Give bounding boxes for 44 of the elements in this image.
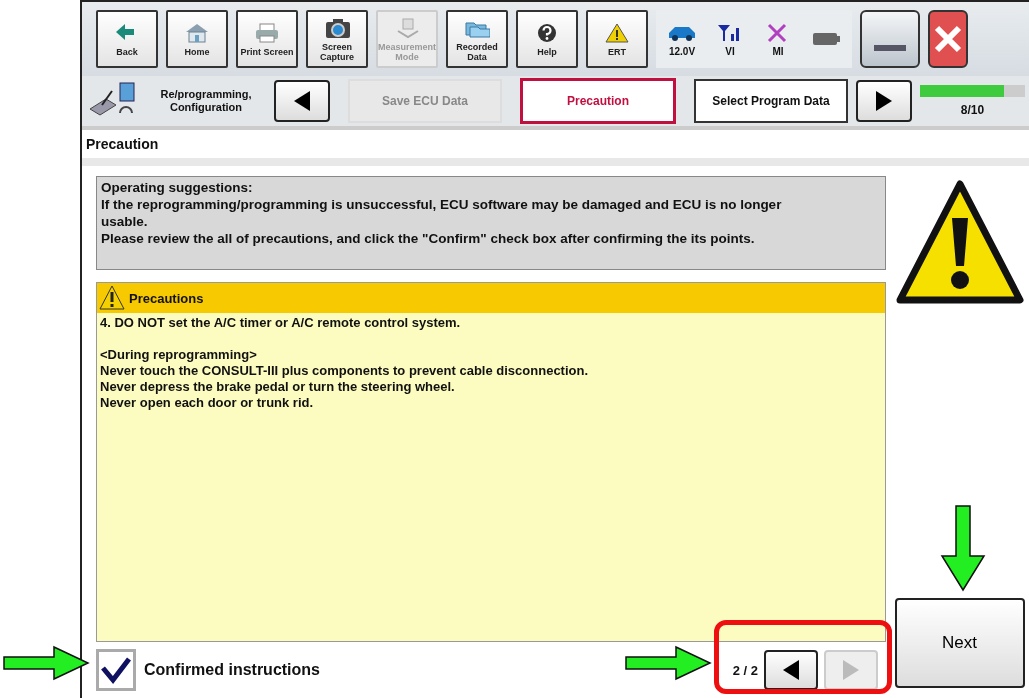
suggestion-text: Please review the all of precautions, and click the "Confirm" check box after confirming the its points. (101, 230, 756, 247)
precaution-text: Never open each door or trunk rid. (100, 395, 315, 411)
precaution-text: Never depress the brake pedal or turn the steering wheel. (100, 379, 456, 395)
toolbar-button[interactable]: Help (516, 10, 578, 68)
precaution-text: 4. DO NOT set the A/C timer or A/C remote control system. (100, 315, 462, 331)
precaution-text: Never touch the CONSULT-III plus components to prevent cable disconnection. (100, 363, 590, 379)
previous-step-button[interactable] (274, 80, 330, 122)
checkmark-icon (100, 656, 132, 684)
indicator-label: 12.0V (668, 45, 696, 57)
confirm-label: Confirmed instructions (144, 661, 321, 679)
next-step-button[interactable] (856, 80, 912, 122)
toolbar-button[interactable]: Print Screen (236, 10, 298, 68)
breadcrumb-title: Re/programming, Configuration (159, 88, 253, 114)
indicator-label: VI (725, 45, 735, 57)
confirm-checkbox[interactable] (96, 649, 136, 691)
triangle-left-icon (292, 89, 312, 113)
suggestion-text: If the reprogramming/programming is unsuccessful, ECU software may be damaged and ECU is no longer usable. (101, 196, 783, 230)
precaution-text: <During reprogramming> (100, 347, 258, 363)
precautions-title: Precautions (129, 290, 204, 306)
close-button[interactable] (928, 10, 968, 68)
next-button[interactable]: Next (894, 598, 1025, 688)
step-tab[interactable]: Precaution (520, 78, 676, 124)
printer-icon (254, 21, 280, 44)
warning-icon (604, 21, 630, 44)
minimize-button[interactable] (860, 10, 920, 68)
suggestion-text: Operating suggestions: (101, 179, 254, 196)
toolbar-button[interactable]: ERT (586, 10, 648, 68)
house-icon (184, 21, 210, 44)
page-title: Precaution (82, 130, 1029, 166)
triangle-left-icon (781, 658, 801, 682)
toolbar-button[interactable]: Recorded Data (446, 10, 508, 68)
toolbar-button[interactable]: Back (96, 10, 158, 68)
toolbar-button[interactable]: Home (166, 10, 228, 68)
previous-page-button[interactable] (764, 650, 818, 690)
toolbar-button[interactable]: Screen Capture (306, 10, 368, 68)
minimize-icon (874, 45, 906, 51)
page-counter: 2 / 2 (732, 662, 758, 678)
camera-icon (324, 16, 350, 39)
progress-label: 8/10 (960, 103, 985, 117)
triangle-right-icon (841, 658, 861, 682)
triangle-right-icon (874, 89, 894, 113)
indicator-label: MI (772, 45, 784, 57)
step-tab[interactable]: Select Program Data (694, 79, 848, 123)
close-icon (933, 24, 963, 54)
